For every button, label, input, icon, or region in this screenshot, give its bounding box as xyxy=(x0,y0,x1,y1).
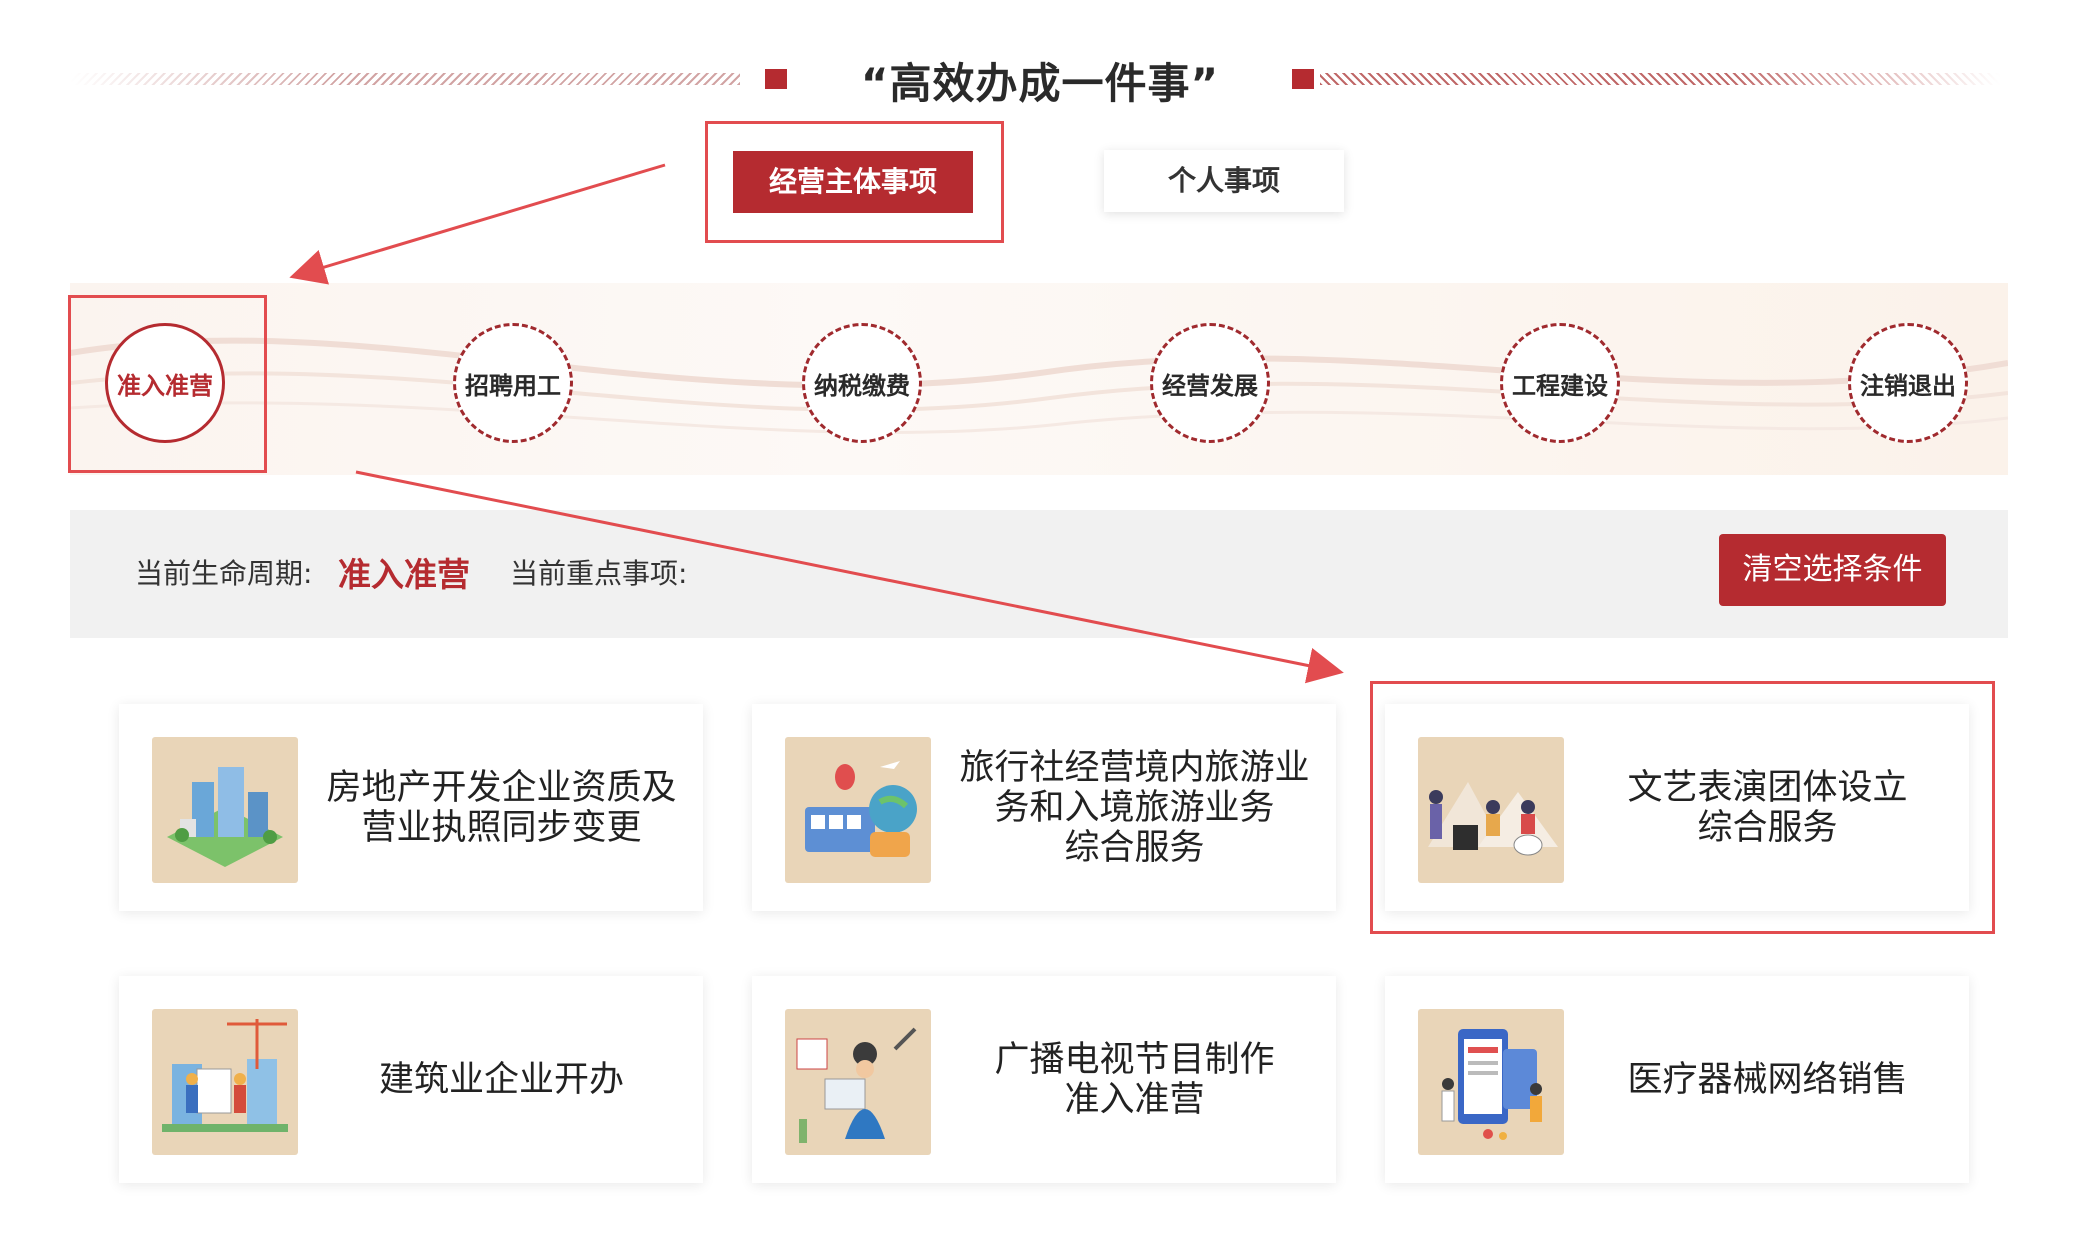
arrow-stage-to-card xyxy=(355,470,1344,684)
arrow-tab-to-stage xyxy=(289,163,666,285)
annotation-arrows xyxy=(289,163,1344,684)
